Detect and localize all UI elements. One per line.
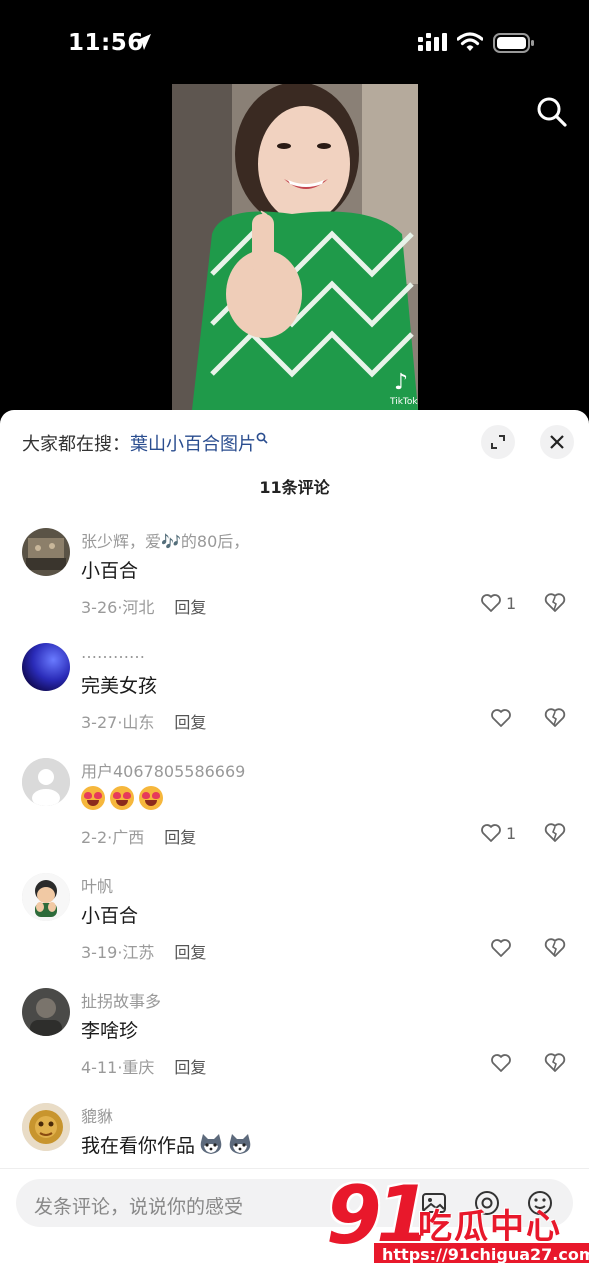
like-button[interactable]: 1 [480, 821, 516, 845]
comment-item: 叶帆 小百合 3-19·江苏 回复 [0, 873, 589, 983]
hot-search-bar[interactable]: 大家都在搜：葉山小百合图片 [22, 430, 268, 456]
like-button[interactable] [490, 706, 512, 730]
avatar[interactable] [22, 873, 70, 921]
comment-text: 完美女孩 [81, 675, 158, 697]
comment-date-location: 2-2·广西 [81, 828, 145, 847]
avatar[interactable] [22, 643, 70, 691]
comment-text: 小百合 [81, 905, 139, 927]
comment-meta: 3-19·江苏 回复 [81, 939, 206, 963]
comment-meta: 3-26·河北 回复 [81, 594, 206, 618]
comment-text: 小百合 [81, 560, 139, 582]
husky-emoji-icon [229, 1134, 251, 1154]
watermark-url: https://91chigua27.com [372, 1241, 589, 1265]
heart-icon [491, 1054, 511, 1072]
comment-item: 张少辉，爱🎶的80后， 小百合 3-26·河北 回复 1 [0, 528, 589, 638]
comment-username[interactable]: 用户4067805586669 [81, 758, 245, 782]
dislike-heart-icon[interactable] [543, 1051, 567, 1075]
avatar-default[interactable] [22, 758, 70, 806]
comment-item: ………… 完美女孩 3-27·山东 回复 [0, 643, 589, 753]
like-count: 1 [506, 823, 517, 843]
like-button[interactable] [490, 936, 512, 960]
like-button[interactable]: 1 [480, 591, 516, 615]
comment-date-location: 3-27·山东 [81, 713, 155, 732]
avatar[interactable] [22, 1103, 70, 1151]
comment-input-placeholder: 发条评论，说说你的感受 [34, 1196, 244, 1218]
heart-icon [481, 594, 501, 612]
heart-eyes-emoji-icon [110, 786, 134, 810]
reply-button[interactable]: 回复 [174, 1058, 206, 1077]
wifi-icon [457, 32, 483, 51]
expand-button[interactable] [481, 425, 515, 459]
video-thumbnail[interactable]: ♪ TikTok [172, 84, 418, 410]
status-time: 11:56 [68, 30, 144, 56]
close-icon [550, 435, 564, 449]
close-button[interactable] [540, 425, 574, 459]
hot-search-prefix: 大家都在搜： [22, 434, 130, 455]
reply-button[interactable]: 回复 [174, 713, 206, 732]
heart-icon [481, 824, 501, 842]
comment-item: 扯拐故事多 李啥珍 4-11·重庆 回复 [0, 988, 589, 1098]
comment-date-location: 4-11·重庆 [81, 1058, 155, 1077]
comment-item: 用户4067805586669 2-2·广西 回复 1 [0, 758, 589, 868]
comment-date-location: 3-19·江苏 [81, 943, 155, 962]
search-small-icon [256, 432, 268, 444]
comment-meta: 2-2·广西 回复 [81, 824, 196, 848]
comment-username[interactable]: 扯拐故事多 [81, 988, 161, 1012]
heart-icon [491, 939, 511, 957]
video-player[interactable]: ♪ TikTok [0, 80, 589, 412]
comment-text-content: 我在看你作品 [81, 1135, 196, 1157]
comment-meta: 3-27·山东 回复 [81, 709, 206, 733]
comment-username[interactable]: 叶帆 [81, 873, 113, 897]
location-arrow-icon [135, 34, 151, 50]
battery-icon [493, 33, 534, 53]
comment-text [81, 786, 168, 811]
status-bar: 11:56 [0, 0, 589, 80]
reply-button[interactable]: 回复 [174, 943, 206, 962]
comment-date-location: 3-26·河北 [81, 598, 155, 617]
avatar[interactable] [22, 528, 70, 576]
reply-button[interactable]: 回复 [174, 598, 206, 617]
like-count: 1 [506, 593, 517, 613]
cellular-signal-icon [418, 33, 447, 51]
svg-text:♪: ♪ [394, 370, 408, 395]
comment-username[interactable]: ………… [81, 643, 145, 662]
dislike-heart-icon[interactable] [543, 821, 567, 845]
dislike-heart-icon[interactable] [543, 936, 567, 960]
comment-meta: 4-11·重庆 回复 [81, 1054, 206, 1078]
comment-username[interactable]: 貔貅 [81, 1103, 113, 1127]
comment-username[interactable]: 张少辉，爱🎶的80后， [81, 528, 249, 552]
search-icon[interactable] [536, 96, 568, 128]
reply-button[interactable]: 回复 [164, 828, 196, 847]
comment-text: 我在看你作品 [81, 1131, 253, 1158]
dislike-heart-icon[interactable] [543, 591, 567, 615]
like-button[interactable] [490, 1051, 512, 1075]
comment-input-bar: 发条评论，说说你的感受 91 吃瓜中心 https://91chigua27.c… [0, 1168, 589, 1280]
expand-icon [491, 435, 505, 449]
heart-eyes-emoji-icon [81, 786, 105, 810]
tiktok-label: TikTok [389, 397, 418, 407]
heart-eyes-emoji-icon [139, 786, 163, 810]
heart-icon [491, 709, 511, 727]
watermark-logo: 91 吃瓜中心 https://91chigua27.com [326, 1169, 589, 1269]
avatar[interactable] [22, 988, 70, 1036]
hot-search-query[interactable]: 葉山小百合图片 [130, 434, 256, 455]
husky-emoji-icon [200, 1134, 222, 1154]
comment-sheet: 大家都在搜：葉山小百合图片 11条评论 张少辉，爱🎶的80后， 小百合 3-26… [0, 410, 589, 1280]
dislike-heart-icon[interactable] [543, 706, 567, 730]
comment-text: 李啥珍 [81, 1020, 139, 1042]
comment-count: 11条评论 [259, 478, 330, 497]
